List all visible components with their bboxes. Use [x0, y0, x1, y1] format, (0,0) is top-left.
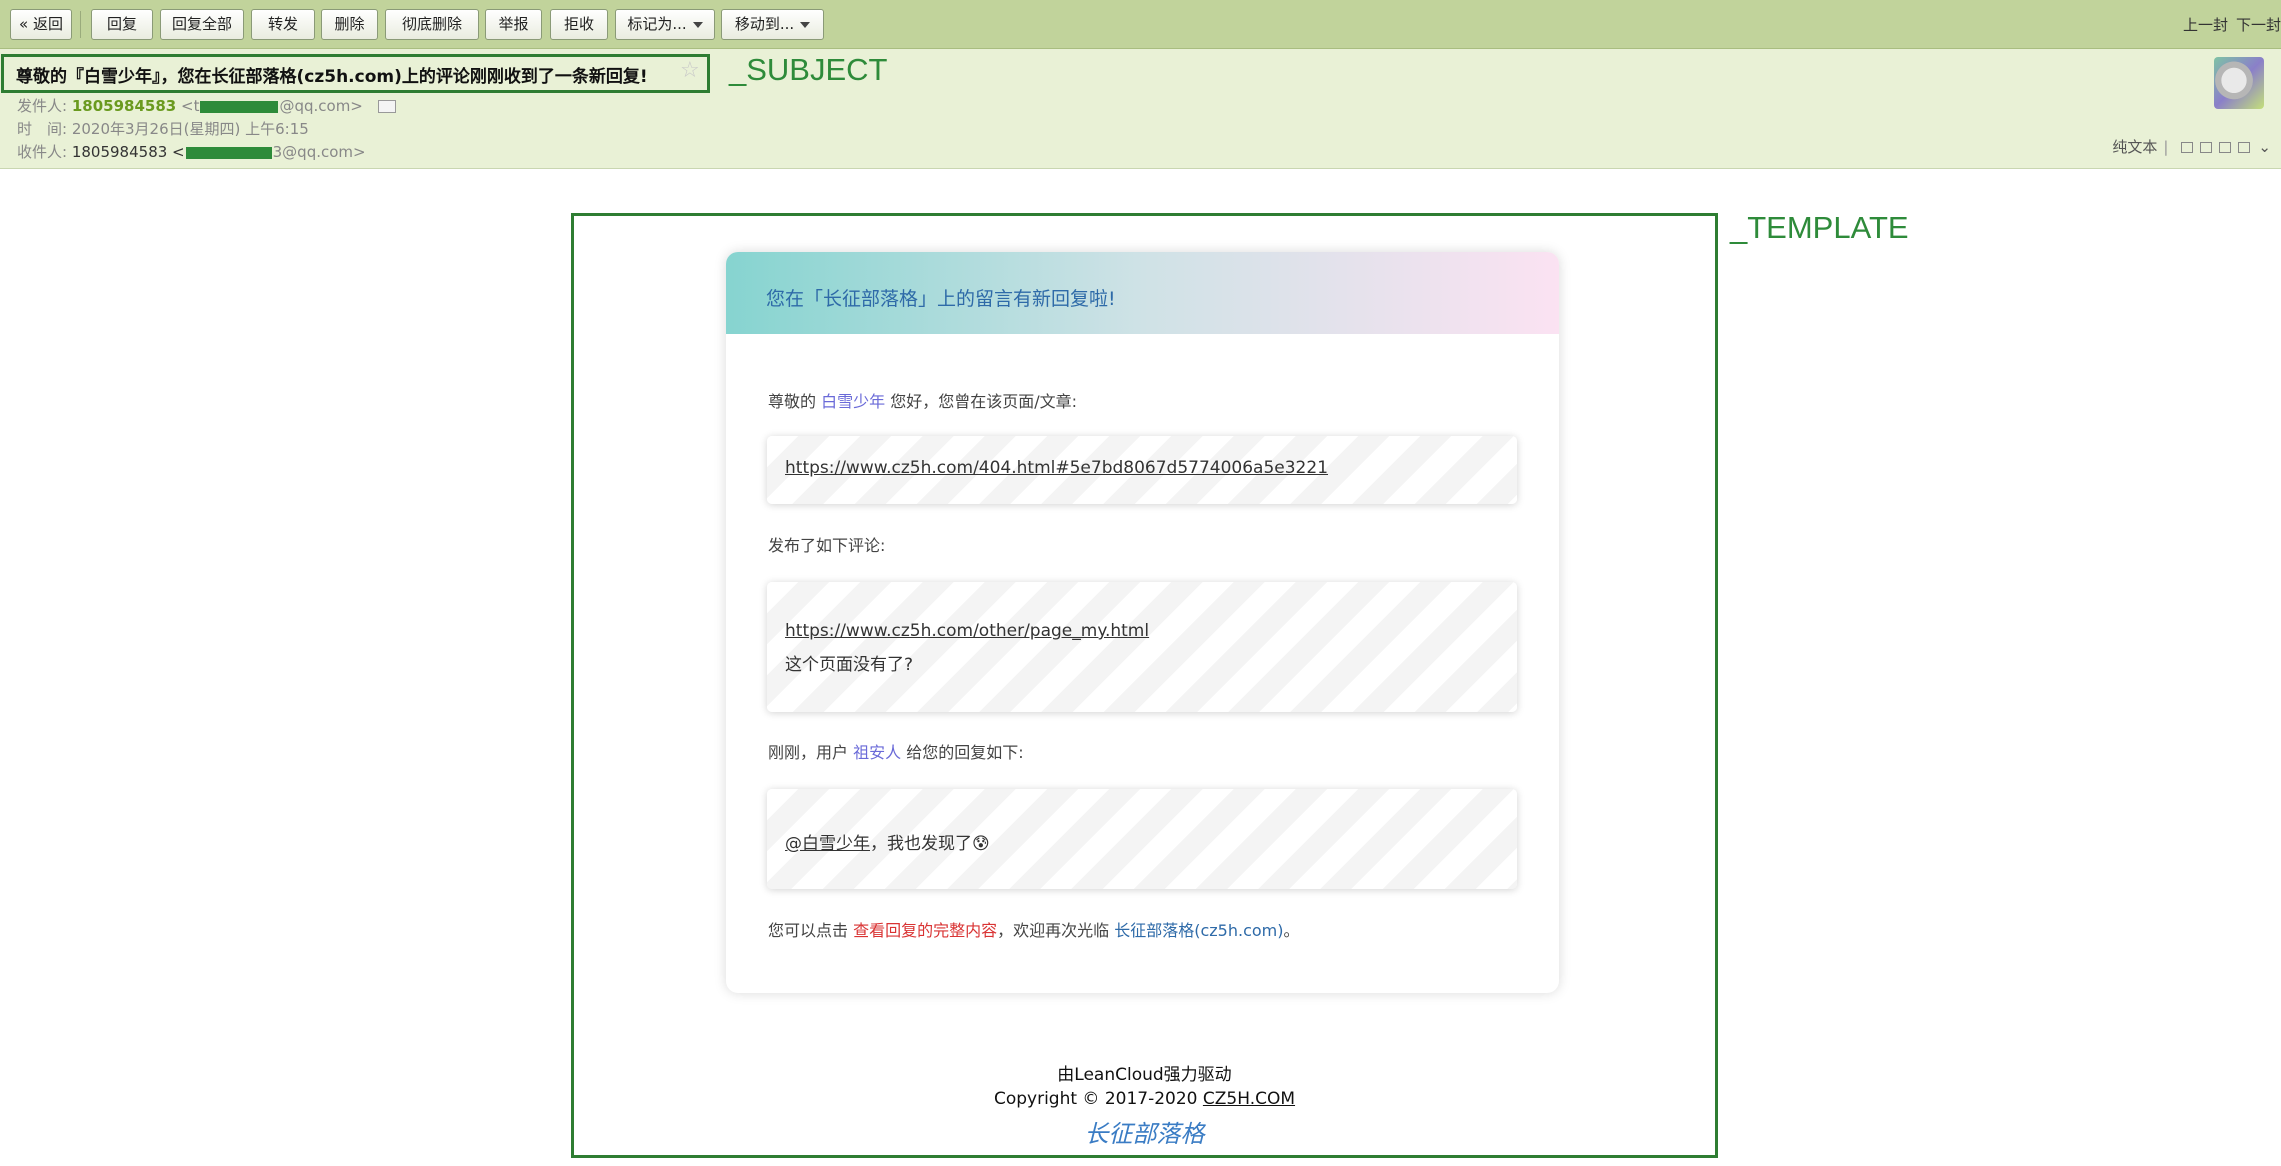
time-row: 时 间: 2020年3月26日(星期四) 上午6:15: [17, 118, 309, 139]
to-label: 收件人:: [17, 143, 68, 161]
report-button[interactable]: 举报: [485, 9, 542, 40]
redaction-mark: [185, 146, 272, 159]
delete-button[interactable]: 删除: [321, 9, 378, 40]
full-screen-icon[interactable]: [2200, 142, 2213, 153]
archive-icon[interactable]: [2219, 142, 2232, 153]
powered-by: 由LeanCloud强力驱动: [1057, 1065, 1232, 1085]
reply-suffix: 给您的回复如下:: [906, 743, 1024, 762]
site-logo: 长征部落格: [1084, 1120, 1205, 1148]
template-annotation: _TEMPLATE: [1730, 210, 1909, 245]
recipient-name: 1805984583 <: [71, 143, 185, 161]
view-tools: 纯文本 | ⌄: [2112, 136, 2271, 157]
greeting-suffix: 您好，您曾在该页面/文章:: [890, 392, 1078, 411]
print-icon[interactable]: [2238, 142, 2251, 153]
subject-annotation: _SUBJECT: [729, 52, 888, 87]
reply-button[interactable]: 回复: [91, 9, 153, 40]
comment-box: https://www.cz5h.com/other/page_my.html …: [767, 582, 1517, 712]
reply-box: @白雪少年，我也发现了😰: [767, 789, 1517, 889]
reply-line: 刚刚，用户 祖安人 给您的回复如下:: [768, 739, 1024, 763]
site-link[interactable]: 长征部落格(cz5h.com): [1114, 921, 1283, 940]
mark-as-label: 标记为...: [627, 15, 687, 33]
copyright-site-link[interactable]: CZ5H.COM: [1203, 1089, 1295, 1109]
prev-next-nav: 上一封 下一封: [2175, 14, 2281, 35]
time-value: 2020年3月26日(星期四) 上午6:15: [71, 120, 309, 138]
contact-card-icon[interactable]: [377, 100, 396, 113]
reply-prefix: 刚刚，用户: [768, 743, 849, 762]
sender-avatar: [2214, 57, 2264, 109]
closing-end: 。: [1283, 921, 1300, 940]
chevron-down-icon[interactable]: ⌄: [2258, 138, 2271, 156]
time-label: 时 间:: [17, 120, 68, 138]
next-mail-link[interactable]: 下一封: [2236, 16, 2281, 34]
mail-subject: 尊敬的『白雪少年』，您在长征部落格(cz5h.com)上的评论刚刚收到了一条新回…: [16, 67, 648, 87]
redaction-mark: [200, 100, 279, 113]
closing-prefix: 您可以点击: [768, 921, 849, 940]
chevron-down-icon: [800, 21, 811, 28]
comment-url-link[interactable]: https://www.cz5h.com/other/page_my.html: [785, 621, 1149, 641]
reply-all-button[interactable]: 回复全部: [160, 9, 244, 40]
full-reply-link[interactable]: 查看回复的完整内容: [853, 921, 997, 940]
star-icon[interactable]: ☆: [680, 58, 700, 83]
back-button[interactable]: « 返回: [10, 9, 72, 40]
plain-text-link[interactable]: 纯文本: [2112, 138, 2157, 156]
mail-toolbar: « 返回 回复 回复全部 转发 删除 彻底删除 举报 拒收 标记为... 移动到…: [0, 0, 2281, 49]
commenter-name: 白雪少年: [821, 392, 886, 411]
reject-button[interactable]: 拒收: [550, 9, 608, 40]
posted-label: 发布了如下评论:: [768, 536, 886, 555]
from-row: 发件人: 1805984583 <t @qq.com>: [17, 95, 396, 116]
sender-address-suffix: @qq.com>: [279, 97, 363, 115]
copyright-prefix: Copyright © 2017-2020: [993, 1089, 1198, 1109]
forward-button[interactable]: 转发: [251, 9, 315, 40]
page-url-box: https://www.cz5h.com/404.html#5e7bd8067d…: [767, 436, 1517, 504]
copyright: Copyright © 2017-2020 CZ5H.COM: [571, 1089, 1718, 1109]
card-title: 您在「长征部落格」上的留言有新回复啦!: [766, 288, 1116, 310]
greeting-line: 尊敬的 白雪少年 您好，您曾在该页面/文章:: [768, 388, 1077, 412]
page-url-link[interactable]: https://www.cz5h.com/404.html#5e7bd8067d…: [785, 458, 1328, 478]
new-window-icon[interactable]: [2181, 142, 2194, 153]
move-to-label: 移动到...: [734, 15, 795, 33]
toolbar-divider: [80, 11, 81, 38]
recipient-address-suffix: 3@qq.com>: [272, 143, 366, 161]
card-header: 您在「长征部落格」上的留言有新回复啦!: [726, 252, 1559, 334]
reply-mention-link[interactable]: @白雪少年: [785, 834, 870, 854]
closing-mid: ，欢迎再次光临: [997, 921, 1110, 940]
delete-permanently-button[interactable]: 彻底删除: [385, 9, 479, 40]
reply-text: ，我也发现了😰: [870, 834, 990, 854]
greeting-prefix: 尊敬的: [768, 392, 817, 411]
from-label: 发件人:: [17, 97, 68, 115]
notification-card: 您在「长征部落格」上的留言有新回复啦! 尊敬的 白雪少年 您好，您曾在该页面/文…: [726, 252, 1559, 993]
to-row: 收件人: 1805984583 < 3@qq.com>: [17, 141, 366, 162]
sender-name[interactable]: 1805984583: [72, 97, 176, 115]
closing-line: 您可以点击 查看回复的完整内容，欢迎再次光临 长征部落格(cz5h.com)。: [768, 917, 1300, 941]
move-to-dropdown[interactable]: 移动到...: [721, 9, 824, 40]
mark-as-dropdown[interactable]: 标记为...: [615, 9, 715, 40]
reply-user: 祖安人: [853, 743, 902, 762]
chevron-down-icon: [692, 21, 703, 28]
comment-text: 这个页面没有了?: [785, 655, 914, 675]
prev-mail-link[interactable]: 上一封: [2183, 16, 2228, 34]
sender-address-prefix: <t: [181, 97, 200, 115]
divider: |: [2163, 138, 2169, 156]
